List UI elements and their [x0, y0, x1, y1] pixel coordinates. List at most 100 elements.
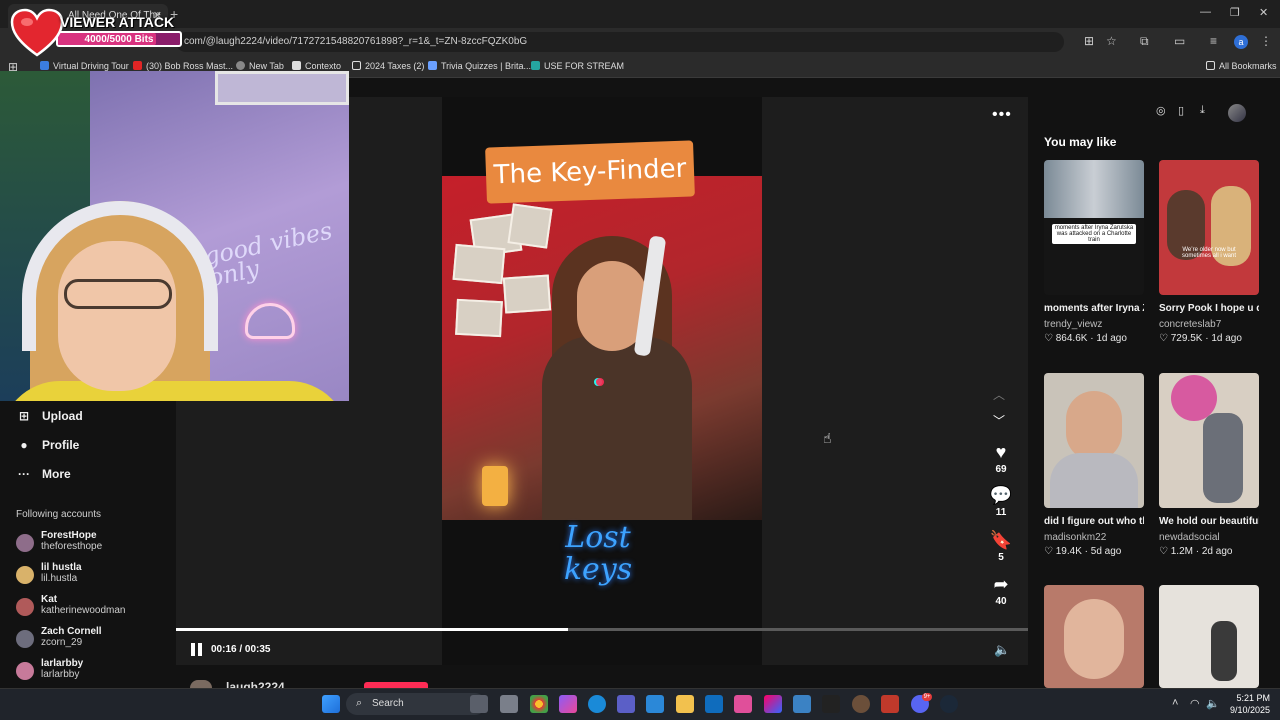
video-thumbnail[interactable]: [1044, 373, 1144, 508]
avatar: [16, 598, 34, 616]
tab-strip: All Need One Of The ✕ + — ❐ ✕: [0, 0, 1280, 28]
windows-start-icon[interactable]: [322, 695, 340, 713]
video-thumbnail[interactable]: [1159, 585, 1259, 688]
bits-text: 4000/5000 Bits: [84, 34, 154, 45]
store-icon[interactable]: [734, 695, 752, 713]
reading-list-icon[interactable]: ≡: [1210, 34, 1217, 48]
nav-more[interactable]: ··· More: [16, 467, 71, 481]
more-options-icon[interactable]: •••: [992, 106, 1012, 124]
m365-icon[interactable]: [764, 695, 782, 713]
like-button[interactable]: ♥ 69: [988, 442, 1014, 475]
nav-profile[interactable]: ● Profile: [16, 438, 79, 452]
bookmark-icon: 🔖: [989, 530, 1013, 550]
following-account[interactable]: Zach Cornell zcorn_29: [16, 626, 166, 654]
wifi-icon[interactable]: ◠: [1190, 697, 1200, 710]
bookmark-taxes[interactable]: 2024 Taxes (2): [352, 61, 424, 71]
tray-chevron-icon[interactable]: ˄: [1172, 697, 1178, 709]
restore-icon[interactable]: ❐: [1230, 6, 1240, 19]
card-user[interactable]: madisonkm22: [1044, 532, 1144, 543]
extensions-icon[interactable]: ⧉: [1140, 34, 1149, 49]
recommended-video-card[interactable]: We’re older now but sometimes all i want…: [1159, 160, 1259, 344]
card-stats: ♡ 19.4K · 5d ago: [1044, 546, 1122, 557]
menu-kebab-icon[interactable]: ⋮: [1260, 34, 1272, 48]
profile-avatar[interactable]: a: [1234, 35, 1248, 49]
next-video-icon[interactable]: ﹀: [993, 412, 1005, 429]
folder-icon[interactable]: [676, 695, 694, 713]
bookmark-new-tab[interactable]: New Tab: [236, 61, 284, 71]
heart-icon: ♥: [995, 442, 1007, 462]
save-button[interactable]: 🔖 5: [988, 530, 1014, 563]
card-title[interactable]: did I figure out who the BB mastermind..…: [1044, 514, 1144, 529]
app-icon[interactable]: [881, 695, 899, 713]
close-window-icon[interactable]: ✕: [1259, 6, 1268, 19]
outlook-icon[interactable]: [705, 695, 723, 713]
following-account[interactable]: larlarbby larlarbby: [16, 658, 166, 686]
overlay-title: VIEWER ATTACK: [60, 14, 175, 30]
woman-body: [542, 336, 692, 520]
uploader-name[interactable]: laugh2224: [226, 680, 285, 688]
app-icon[interactable]: [852, 695, 870, 713]
pause-icon[interactable]: [191, 643, 203, 656]
photos-icon[interactable]: [646, 695, 664, 713]
card-user[interactable]: newdadsocial: [1159, 532, 1259, 543]
bookmark-use-for-stream[interactable]: USE FOR STREAM: [531, 61, 624, 71]
teams-icon[interactable]: [617, 695, 635, 713]
video-progress-fill: [176, 628, 568, 631]
recommended-video-card[interactable]: moments after Iryna Zarutska was attacke…: [1044, 160, 1144, 344]
speaker-icon[interactable]: 🔈: [1206, 697, 1220, 710]
card-user[interactable]: concreteslab7: [1159, 319, 1259, 330]
clock-time: 5:21 PM: [1236, 693, 1270, 703]
edge-icon[interactable]: [588, 695, 606, 713]
recommended-video-card[interactable]: did I figure out who the BB mastermind..…: [1044, 373, 1144, 557]
heart-outline-icon: ♡: [1159, 546, 1171, 557]
chrome-icon[interactable]: [530, 695, 548, 713]
volume-icon[interactable]: 🔈: [994, 642, 1010, 658]
following-account[interactable]: ForestHope theforesthope: [16, 530, 166, 558]
nav-upload[interactable]: ⊞ Upload: [16, 409, 83, 423]
bookmark-bob-ross[interactable]: (30) Bob Ross Mast...: [133, 61, 233, 71]
share-count: 40: [995, 596, 1007, 607]
url-text: com/@laugh2224/video/7172721548820761898…: [184, 36, 528, 47]
task-view-icon[interactable]: [470, 695, 488, 713]
bookmark-trivia[interactable]: Trivia Quizzes | Brita...: [428, 61, 531, 71]
comment-button[interactable]: 💬 11: [988, 485, 1014, 518]
following-account[interactable]: lil hustla lil.hustla: [16, 562, 166, 590]
card-title[interactable]: Sorry Pook I hope u don’t hate me for...: [1159, 301, 1259, 316]
compass-icon[interactable]: ◎: [1156, 104, 1166, 122]
following-account[interactable]: Kat katherinewoodman: [16, 594, 166, 622]
capcut-icon[interactable]: [822, 695, 840, 713]
video-progress-bar[interactable]: [176, 628, 1028, 631]
sidebar-icon[interactable]: ▭: [1174, 34, 1185, 48]
video-thumbnail[interactable]: [1044, 585, 1144, 688]
video-thumbnail[interactable]: [1159, 373, 1259, 508]
card-title[interactable]: moments after Iryna Zarutska was...: [1044, 301, 1144, 316]
install-app-icon[interactable]: ⊞: [1084, 34, 1094, 48]
recommended-video-card[interactable]: We hold our beautiful baby girl i... new…: [1159, 373, 1259, 557]
video-thumbnail[interactable]: moments after Iryna Zarutska was attacke…: [1044, 160, 1144, 295]
download-icon[interactable]: ⤓: [1200, 104, 1205, 122]
thumbnail-caption: moments after Iryna Zarutska was attacke…: [1052, 224, 1136, 244]
clock[interactable]: 5:21 PM 9/10/2025: [1222, 692, 1270, 716]
app-icon[interactable]: [793, 695, 811, 713]
bookmark-virtual-driving[interactable]: Virtual Driving Tour: [40, 61, 129, 71]
recommended-video-card[interactable]: [1044, 585, 1144, 688]
uploader-avatar[interactable]: [190, 680, 212, 688]
bookmark-contexto[interactable]: Contexto: [292, 61, 341, 71]
all-bookmarks[interactable]: All Bookmarks: [1206, 61, 1277, 71]
card-user[interactable]: trendy_viewz: [1044, 319, 1144, 330]
wall-photo: [455, 298, 503, 338]
card-title[interactable]: We hold our beautiful baby girl i...: [1159, 514, 1259, 529]
device-icon[interactable]: ▯: [1178, 104, 1184, 122]
account-avatar[interactable]: [1228, 104, 1246, 122]
file-icon[interactable]: [500, 695, 518, 713]
bookmark-star-icon[interactable]: ☆: [1106, 34, 1117, 48]
taskbar-search[interactable]: Search: [346, 693, 486, 715]
copilot-icon[interactable]: [559, 695, 577, 713]
video-thumbnail[interactable]: We’re older now but sometimes all i want: [1159, 160, 1259, 295]
share-button[interactable]: ➦ 40: [988, 574, 1014, 607]
steam-icon[interactable]: [940, 695, 958, 713]
url-bar[interactable]: com/@laugh2224/video/7172721548820761898…: [176, 32, 1064, 52]
minimize-icon[interactable]: —: [1200, 6, 1211, 18]
previous-video-icon[interactable]: ︿: [993, 386, 1005, 403]
recommended-video-card[interactable]: [1159, 585, 1259, 688]
